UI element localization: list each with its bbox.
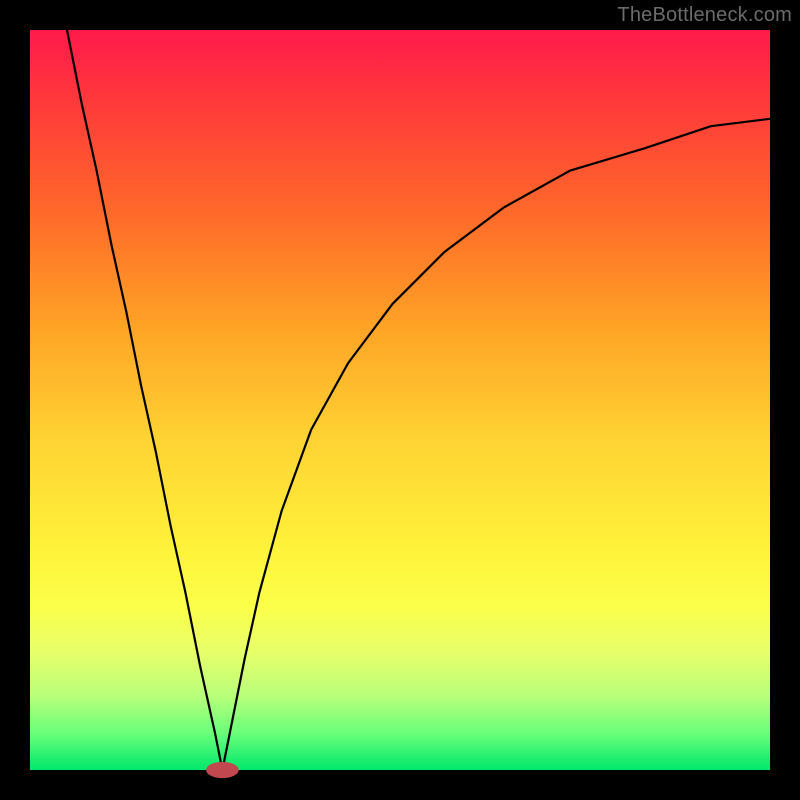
watermark-text: TheBottleneck.com [617,4,792,27]
curve-layer [30,30,770,770]
plot-area [30,30,770,770]
minimum-marker [206,762,239,778]
curve-left-branch [67,30,222,770]
chart-frame: TheBottleneck.com [0,0,800,800]
curve-right-branch [222,119,770,770]
